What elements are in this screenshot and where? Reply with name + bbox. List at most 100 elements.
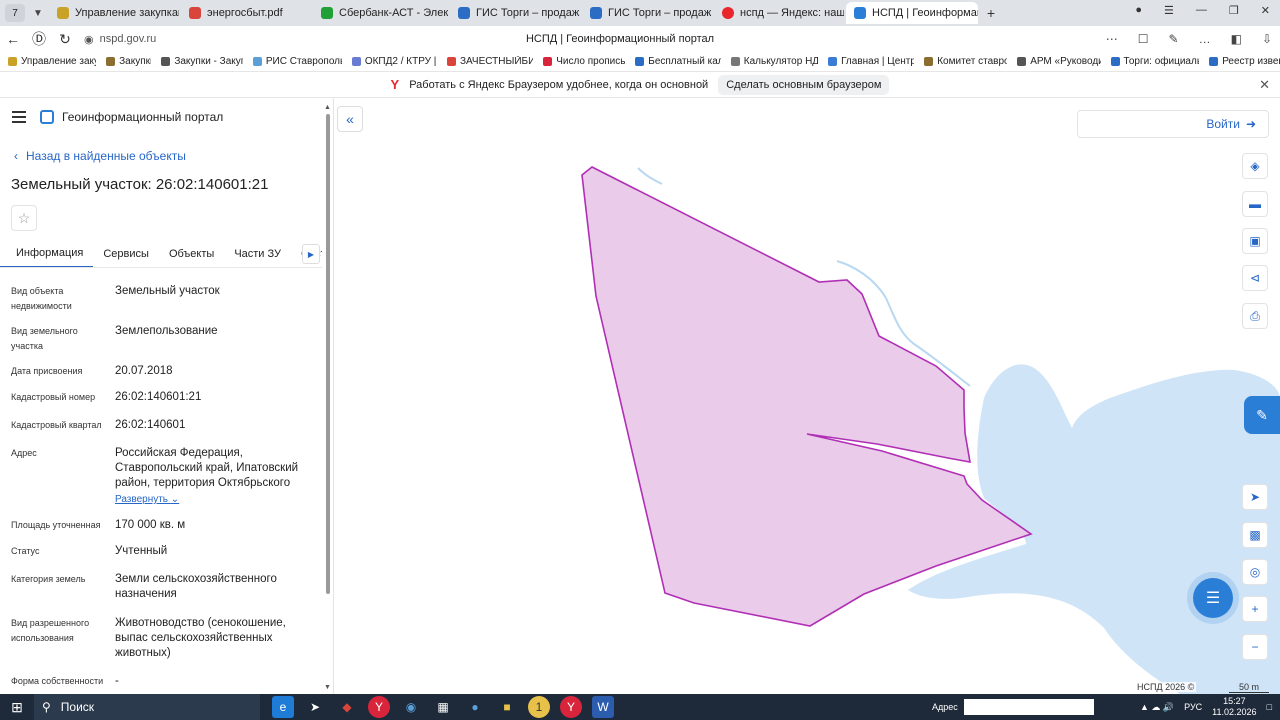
more-icon[interactable]: ⋯ <box>1106 32 1118 46</box>
bookmark-item[interactable]: Реестр извещ <box>1209 56 1280 67</box>
bookmark-item[interactable]: Закупки <box>106 56 151 67</box>
bookmark-item[interactable]: Закупки - Закупк <box>161 56 243 67</box>
tab-favicon-icon <box>321 7 333 19</box>
bookmark-item[interactable]: Число прописью <box>543 56 625 67</box>
chat-icon[interactable]: ☰ <box>1193 578 1233 618</box>
favorite-star-icon[interactable]: ☆ <box>11 205 37 231</box>
bookmark-item[interactable]: АРМ «Руководит <box>1017 56 1101 67</box>
share-icon[interactable]: ⊲ <box>1242 265 1268 291</box>
tab-objects[interactable]: Объекты <box>159 240 224 267</box>
windows-start-icon[interactable]: ⊞ <box>0 699 34 716</box>
yandex-logo-icon: Y <box>390 77 400 92</box>
field-value: Животноводство (сенокошение, выпас сельс… <box>115 617 286 659</box>
expand-address-link[interactable]: Развернуть ⌄ <box>115 494 179 505</box>
word-icon[interactable]: W <box>592 696 614 718</box>
app-icon[interactable]: ● <box>464 696 486 718</box>
minimize-icon[interactable]: — <box>1196 4 1207 17</box>
print-icon[interactable]: ⎙ <box>1242 303 1268 329</box>
notifications-icon[interactable]: □ <box>1267 702 1272 712</box>
clock[interactable]: 15:27 11.02.2026 <box>1212 696 1256 718</box>
browser-tab[interactable]: ГИС Торги – продажи гос <box>582 2 712 24</box>
extensions-icon[interactable]: ✎ <box>1169 32 1179 46</box>
close-infobar-icon[interactable]: ✕ <box>1259 77 1270 93</box>
browser-tab[interactable]: ГИС Торги – продажи гос <box>450 2 580 24</box>
map-canvas[interactable]: « Войти ➜ ◈ ▬ ▣ ⊲ ⎙ ✎ ➤ ▩ ◎ + − ☰ НСПД 2… <box>334 98 1280 694</box>
address-input[interactable] <box>963 699 1094 715</box>
scroll-up-icon[interactable]: ▲ <box>324 104 331 111</box>
field-row: Площадь уточненная 170 000 кв. м <box>11 518 311 533</box>
menu-icon[interactable]: ☰ <box>1164 4 1174 17</box>
bookmark-label: Комитет ставроп <box>937 56 1008 67</box>
location-icon[interactable]: ◎ <box>1242 559 1268 585</box>
geolocation-arrow-icon[interactable]: ➤ <box>1242 484 1268 510</box>
app-icon[interactable]: ➤ <box>304 696 326 718</box>
tab-label: ГИС Торги – продажи гос <box>476 7 580 19</box>
login-arrow-icon: ➜ <box>1245 117 1256 131</box>
calculator-icon[interactable]: ▦ <box>432 696 454 718</box>
edge-icon[interactable]: e <box>272 696 294 718</box>
select-area-icon[interactable]: ▣ <box>1242 228 1268 254</box>
tab-information[interactable]: Информация <box>0 240 94 267</box>
layers-icon[interactable]: ◈ <box>1242 153 1268 179</box>
scrollbar-thumb[interactable] <box>326 114 330 594</box>
field-label: Адрес <box>11 448 37 458</box>
browser-tab-active[interactable]: НСПД | Геоинформацио✕ <box>846 2 978 24</box>
bookmark-label: Управление закуп <box>21 56 97 67</box>
tray-icons[interactable]: ▲ ☁ 🔊 <box>1140 702 1174 713</box>
bookmark-icon[interactable]: ☐ <box>1138 32 1149 46</box>
browser-tabbar: 7 ▼ Управление закупками энергосбыт.pdf … <box>0 0 1280 26</box>
yandex-browser-icon[interactable]: Y <box>368 696 390 718</box>
browser-tab[interactable]: нспд — Яндекс: нашлось <box>714 2 844 24</box>
language-indicator[interactable]: РУС <box>1184 702 1202 712</box>
new-tab-icon[interactable]: + <box>982 4 1000 22</box>
back-to-results-link[interactable]: ‹ Назад в найденные объекты <box>14 149 186 163</box>
profile-icon[interactable]: ● <box>1135 4 1142 17</box>
hamburger-menu-icon[interactable] <box>12 111 26 123</box>
tabs-next-icon[interactable]: ▶ <box>302 244 320 264</box>
browser-tab[interactable]: Управление закупками <box>49 2 179 24</box>
bookmark-item[interactable]: Главная | Центр г <box>828 56 914 67</box>
zoom-in-icon[interactable]: + <box>1242 596 1268 622</box>
minimap-icon[interactable]: ▩ <box>1242 522 1268 548</box>
stream-line <box>637 167 663 185</box>
tab-menu-icon[interactable]: ▼ <box>29 4 47 22</box>
zoom-out-icon[interactable]: − <box>1242 634 1268 660</box>
taskbar-search[interactable]: ⚲ Поиск <box>34 694 260 720</box>
panel-scrollbar[interactable]: ▲ ▼ <box>324 104 331 694</box>
make-default-button[interactable]: Сделать основным браузером <box>718 74 890 95</box>
system-tray: ▲ ☁ 🔊 РУС 15:27 11.02.2026 □ <box>1140 696 1272 718</box>
parcel-polygon[interactable] <box>581 166 1033 627</box>
bookmark-item[interactable]: ОКПД2 / КТРУ | К <box>351 56 437 67</box>
restore-icon[interactable]: ❐ <box>1229 4 1239 17</box>
bookmark-item[interactable]: Комитет ставроп <box>924 56 1007 67</box>
login-button[interactable]: Войти ➜ <box>1077 110 1269 138</box>
bookmark-label: ЗАЧЕСТНЫЙБИЗ <box>459 56 534 67</box>
bookmark-item[interactable]: Управление закуп <box>8 56 96 67</box>
scroll-down-icon[interactable]: ▼ <box>324 684 331 691</box>
bookmark-item[interactable]: Калькулятор НДС <box>730 56 818 67</box>
collections-icon[interactable]: ◧ <box>1231 32 1242 46</box>
bookmark-item[interactable]: Торги: официальн <box>1110 56 1199 67</box>
yandex-browser-icon[interactable]: Y <box>560 696 582 718</box>
close-window-icon[interactable]: ✕ <box>1261 4 1270 17</box>
app-icon[interactable]: ◉ <box>400 696 422 718</box>
bookmark-item[interactable]: Бесплатный каль <box>635 56 721 67</box>
tab-services[interactable]: Сервисы <box>93 240 159 267</box>
download-icon[interactable]: ⇩ <box>1262 32 1272 46</box>
tab-parts[interactable]: Части ЗУ <box>224 240 291 267</box>
browser-tab[interactable]: энергосбыт.pdf <box>181 2 311 24</box>
overflow-icon[interactable]: … <box>1199 32 1211 46</box>
feedback-badge-icon[interactable]: ✎ <box>1244 396 1280 434</box>
browser-tab[interactable]: Сбербанк-АСТ - Электрон <box>313 2 448 24</box>
bookmark-item[interactable]: ЗАЧЕСТНЫЙБИЗ <box>446 56 534 67</box>
file-explorer-icon[interactable]: ■ <box>496 696 518 718</box>
ruler-icon[interactable]: ▬ <box>1242 191 1268 217</box>
collapse-panel-icon[interactable]: « <box>337 106 363 132</box>
field-label: Площадь уточненная <box>11 520 101 530</box>
tab-count-button[interactable]: 7 <box>5 4 25 22</box>
chevron-down-icon: ⌄ <box>170 494 180 505</box>
bookmark-favicon-icon <box>351 57 361 66</box>
shield-icon[interactable]: ◆ <box>336 696 358 718</box>
bookmark-item[interactable]: РИС Ставропольс <box>252 56 342 67</box>
1c-icon[interactable]: 1 <box>528 696 550 718</box>
